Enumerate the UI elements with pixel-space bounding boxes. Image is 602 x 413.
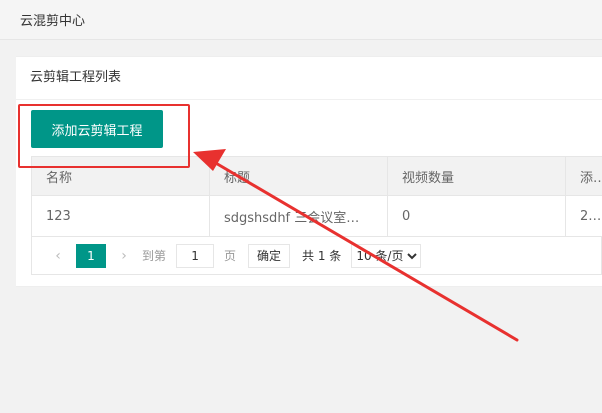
annotation-arrow [193, 149, 519, 342]
arrow-shaft [212, 160, 519, 342]
